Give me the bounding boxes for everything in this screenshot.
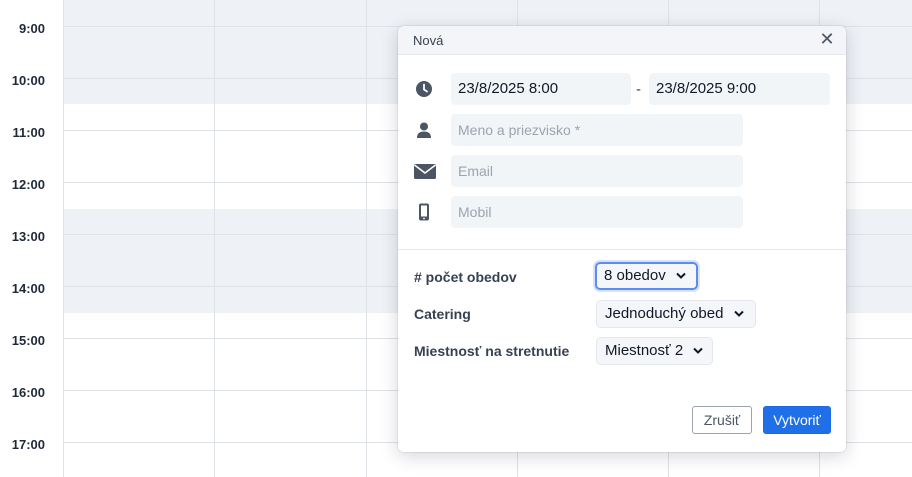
time-label: 11:00 (12, 125, 45, 140)
mobile-input[interactable]: Mobil (451, 196, 743, 228)
end-datetime-input[interactable]: 23/8/2025 9:00 (649, 73, 830, 105)
time-label: 14:00 (11, 281, 45, 296)
lunch-count-select[interactable]: 8 obedov (595, 262, 698, 290)
dialog-header: Nová ✕ (398, 26, 846, 55)
time-label: 10:00 (11, 73, 45, 88)
close-icon[interactable]: ✕ (818, 30, 836, 48)
meeting-room-select[interactable]: Miestnosť 2 (596, 337, 713, 365)
chevron-down-icon (693, 338, 704, 364)
create-button[interactable]: Vytvoriť (763, 406, 831, 434)
time-label: 17:00 (11, 437, 45, 452)
email-row: Email (398, 155, 846, 187)
person-icon (414, 120, 434, 140)
time-label: 16:00 (11, 385, 45, 400)
cancel-button[interactable]: Zrušiť (692, 406, 752, 434)
catering-label: Catering (414, 306, 471, 322)
dialog-title: Nová (413, 33, 444, 48)
day-column-divider (214, 0, 215, 477)
datetime-row: 23/8/2025 8:00 - 23/8/2025 9:00 (398, 73, 846, 105)
time-label: 12:00 (11, 177, 45, 192)
name-row: Meno a priezvisko * (398, 114, 846, 146)
time-label: 9:00 (18, 21, 45, 36)
lunch-count-value: 8 obedov (604, 267, 666, 284)
clock-icon (414, 79, 434, 99)
start-datetime-input[interactable]: 23/8/2025 8:00 (451, 73, 631, 105)
time-label: 15:00 (11, 333, 45, 348)
phone-icon (414, 202, 434, 222)
envelope-icon (413, 161, 437, 181)
chevron-down-icon (676, 264, 686, 288)
catering-select[interactable]: Jednoduchý obed (596, 300, 756, 328)
meeting-room-label: Miestnosť na stretnutie (414, 343, 570, 359)
section-divider (398, 249, 846, 250)
day-column-divider (366, 0, 367, 477)
email-input[interactable]: Email (451, 155, 743, 187)
catering-value: Jednoduchý obed (605, 305, 724, 322)
range-separator: - (636, 81, 641, 98)
phone-row: Mobil (398, 196, 846, 228)
time-label: 13:00 (11, 229, 45, 244)
chevron-down-icon (733, 301, 744, 327)
full-name-input[interactable]: Meno a priezvisko * (451, 114, 743, 146)
lunch-count-label: # počet obedov (414, 269, 517, 285)
day-column-divider (63, 0, 64, 477)
meeting-room-value: Miestnosť 2 (605, 342, 684, 359)
new-event-dialog: Nová ✕ 23/8/2025 8:00 - 23/8/2025 9:00 M… (398, 26, 846, 452)
